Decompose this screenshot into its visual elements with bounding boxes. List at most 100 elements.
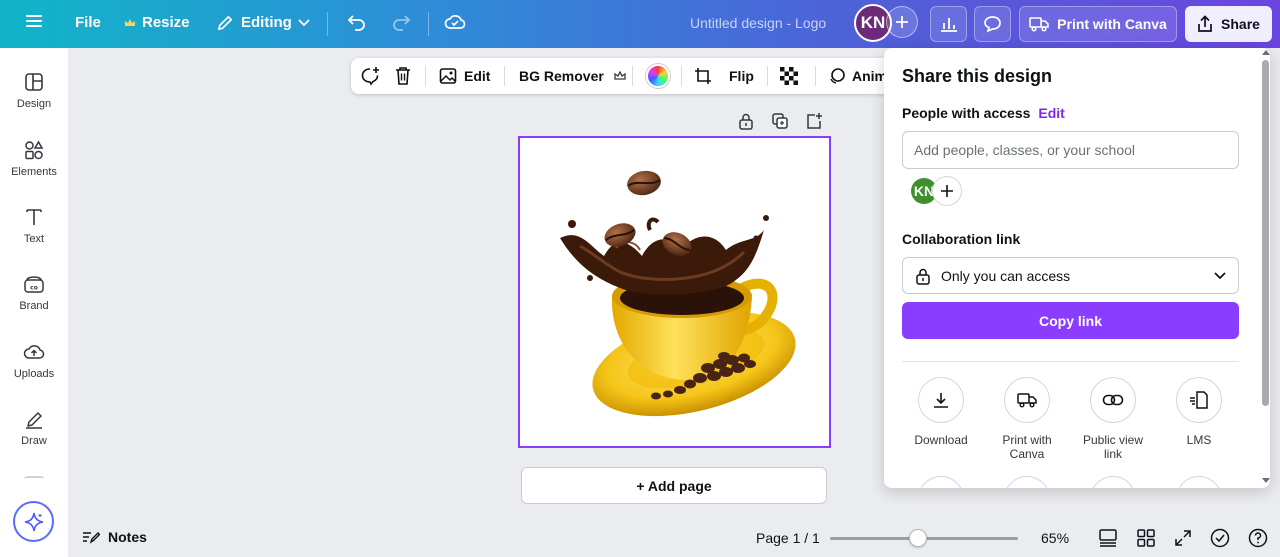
cloud-save-status[interactable] xyxy=(444,13,466,31)
redo-icon xyxy=(393,15,411,31)
animate-label: Anim xyxy=(852,68,887,84)
context-toolbar: Edit BG Remover Flip Anim xyxy=(351,58,911,94)
zoom-level[interactable]: 65% xyxy=(1041,530,1069,546)
print-with-canva-button[interactable]: Print with Canva xyxy=(1019,6,1177,42)
fullscreen-button[interactable] xyxy=(1173,528,1193,548)
crop-button[interactable] xyxy=(694,58,712,94)
crop-icon xyxy=(695,68,711,84)
page-actions xyxy=(737,112,823,130)
pages-view-button[interactable] xyxy=(1098,528,1118,548)
bottom-bar: Notes Page 1 / 1 65% xyxy=(68,519,1280,557)
truck-icon xyxy=(1029,17,1049,32)
share-option-label: LMS xyxy=(1186,433,1212,447)
notes-icon xyxy=(83,532,100,544)
lock-icon[interactable] xyxy=(737,112,755,130)
zoom-slider-knob[interactable] xyxy=(909,529,927,547)
check-button[interactable] xyxy=(1210,528,1230,548)
trash-icon xyxy=(396,67,410,85)
rail-item-uploads[interactable]: Uploads xyxy=(0,342,68,380)
rail-item-brand[interactable]: co Brand xyxy=(0,274,68,312)
print-with-canva-label: Print with Canva xyxy=(1057,16,1167,32)
scroll-down-arrow[interactable] xyxy=(1262,478,1270,483)
edit-image-button[interactable]: Edit xyxy=(439,58,490,94)
rail-item-text[interactable]: Text xyxy=(0,207,68,245)
share-option-lms[interactable]: LMS xyxy=(1156,377,1242,447)
plus-icon xyxy=(941,185,953,197)
copy-link-button[interactable]: Copy link xyxy=(902,302,1239,339)
rail-item-label: Uploads xyxy=(13,368,55,380)
edit-label: Edit xyxy=(464,68,491,84)
add-page-icon[interactable] xyxy=(805,112,823,130)
comment-add-button[interactable] xyxy=(360,58,380,94)
animate-button[interactable]: Anim xyxy=(828,58,887,94)
panel-scrollbar-thumb[interactable] xyxy=(1262,60,1269,406)
delete-button[interactable] xyxy=(394,58,412,94)
share-option-more[interactable] xyxy=(1176,476,1222,488)
share-option-more[interactable] xyxy=(1090,476,1136,488)
resize-button[interactable]: Resize xyxy=(124,14,190,31)
top-bar: File Resize Editing Untitled design - Lo… xyxy=(0,0,1280,48)
undo-icon xyxy=(347,15,365,31)
transparency-button[interactable] xyxy=(780,58,798,94)
add-page-button[interactable]: + Add page xyxy=(521,467,827,504)
copy-link-label: Copy link xyxy=(1038,312,1102,329)
magic-assistant-button[interactable] xyxy=(13,501,54,542)
avatar-initials: KN xyxy=(860,13,886,32)
rail-item-label: Draw xyxy=(21,435,47,447)
share-upload-icon xyxy=(1198,15,1212,32)
scroll-up-arrow[interactable] xyxy=(1262,50,1270,55)
link-icon xyxy=(1102,394,1124,406)
access-dropdown[interactable]: Only you can access xyxy=(902,257,1239,294)
layout-icon xyxy=(25,73,43,91)
grid-view-button[interactable] xyxy=(1136,528,1156,548)
people-edit-link[interactable]: Edit xyxy=(1038,105,1064,121)
coffee-cup-image[interactable] xyxy=(520,138,829,446)
document-title-text: Untitled design - Logo xyxy=(690,15,827,31)
share-button[interactable]: Share xyxy=(1185,6,1272,42)
color-picker-button[interactable] xyxy=(646,58,670,94)
pages-icon xyxy=(1099,529,1117,547)
lms-icon xyxy=(1190,391,1208,409)
help-button[interactable] xyxy=(1248,528,1268,548)
editing-dropdown[interactable]: Editing xyxy=(216,13,310,32)
flip-label: Flip xyxy=(729,68,754,84)
file-menu[interactable]: File xyxy=(75,14,101,31)
rail-item-label: Text xyxy=(23,233,45,245)
pen-icon xyxy=(26,412,42,429)
notes-button[interactable]: Notes xyxy=(82,529,147,545)
design-canvas[interactable] xyxy=(518,136,831,448)
add-collaborator-button[interactable] xyxy=(932,176,962,206)
flip-button[interactable]: Flip xyxy=(729,58,754,94)
crown-icon xyxy=(125,18,135,26)
undo-button[interactable] xyxy=(347,13,367,31)
share-option-public-link[interactable]: Public view link xyxy=(1070,377,1156,461)
rail-item-design[interactable]: Design xyxy=(0,72,68,110)
share-option-label: Print with Canva xyxy=(1002,433,1052,461)
zoom-slider[interactable] xyxy=(830,529,1018,547)
document-title[interactable]: Untitled design - Logo xyxy=(690,15,826,31)
invite-button[interactable] xyxy=(886,6,918,38)
rail-item-draw[interactable]: Draw xyxy=(0,409,68,447)
cloud-upload-icon xyxy=(23,345,45,359)
share-option-more[interactable] xyxy=(918,476,964,488)
image-edit-icon xyxy=(439,68,457,84)
people-with-access-row: People with access Edit xyxy=(902,105,1065,121)
share-option-more[interactable] xyxy=(1004,476,1050,488)
animate-icon xyxy=(830,68,845,84)
share-option-print[interactable]: Print with Canva xyxy=(984,377,1070,461)
comments-button[interactable] xyxy=(974,6,1011,42)
add-people-input[interactable] xyxy=(902,131,1239,169)
bg-remover-label: BG Remover xyxy=(519,68,604,84)
duplicate-page-icon[interactable] xyxy=(771,112,789,130)
redo-button[interactable] xyxy=(391,13,411,31)
share-option-download[interactable]: Download xyxy=(898,377,984,447)
chevron-down-icon xyxy=(1214,271,1226,279)
bg-remover-button[interactable]: BG Remover xyxy=(519,58,626,94)
question-circle-icon xyxy=(1248,528,1268,548)
rail-item-elements[interactable]: Elements xyxy=(0,140,68,178)
page-indicator[interactable]: Page 1 / 1 xyxy=(756,530,820,546)
collaboration-link-label: Collaboration link xyxy=(902,231,1021,247)
menu-button[interactable] xyxy=(26,14,42,28)
insights-button[interactable] xyxy=(930,6,967,42)
share-panel-title: Share this design xyxy=(902,66,1053,86)
